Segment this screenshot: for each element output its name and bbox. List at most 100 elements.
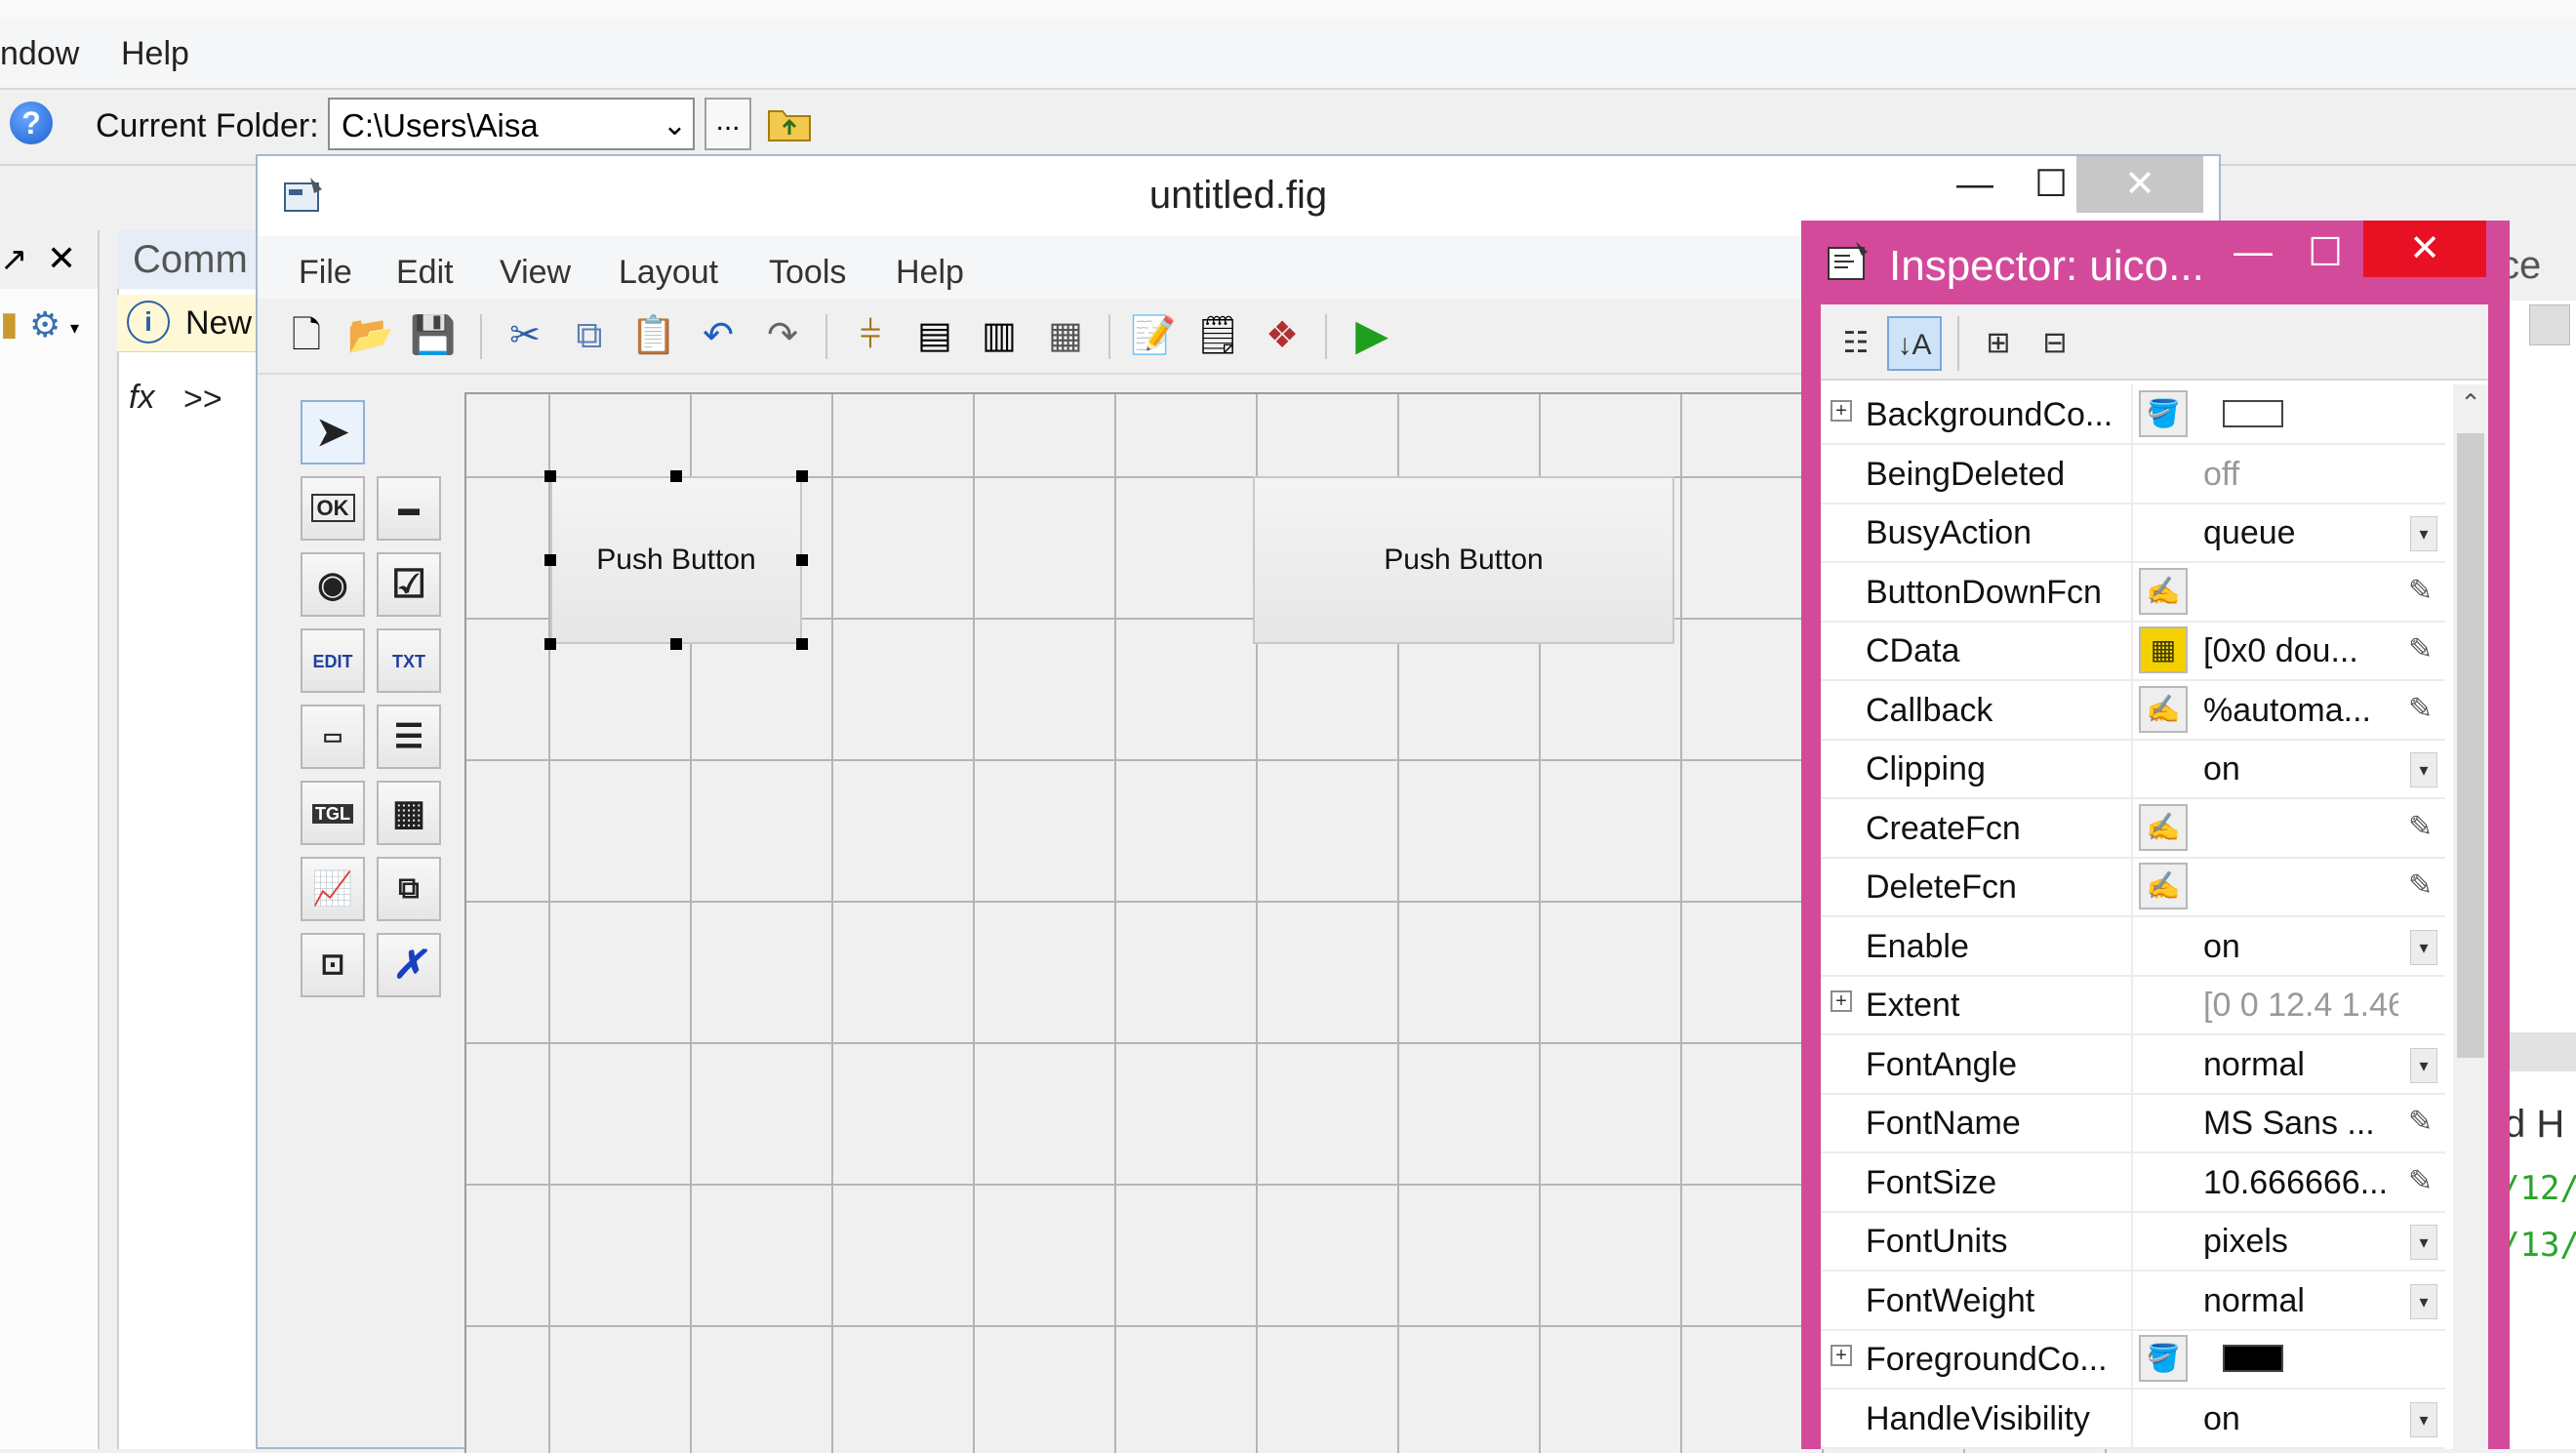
edit-pencil-icon[interactable]: ✎ [2408, 810, 2433, 844]
menu-help[interactable]: Help [896, 254, 964, 292]
property-row[interactable]: FontAngle normal ▾ [1821, 1033, 2445, 1095]
toolbar-editor-icon[interactable]: ▦ [1042, 312, 1089, 359]
callback-pen-icon[interactable]: ✍ [2139, 803, 2188, 851]
scroll-up-icon[interactable]: ⌃ [2457, 388, 2484, 427]
panel-tool[interactable]: ⧉ [377, 857, 441, 921]
color-swatch[interactable] [2223, 1345, 2283, 1372]
close-button[interactable]: ✕ [2076, 156, 2203, 213]
paint-bucket-icon[interactable]: 🪣 [2139, 390, 2188, 437]
resize-handle[interactable] [544, 470, 556, 482]
pushbutton-tool[interactable]: OK [301, 476, 365, 541]
property-value[interactable]: pixels [2203, 1223, 2398, 1261]
property-value[interactable]: %automa... [2203, 692, 2398, 730]
scrollbar[interactable] [2508, 1032, 2576, 1071]
help-icon[interactable]: ? [10, 101, 53, 144]
edit-pencil-icon[interactable]: ✎ [2408, 1164, 2433, 1198]
new-to-matlab-bar[interactable]: i New [117, 295, 263, 352]
menu-layout[interactable]: Layout [619, 254, 718, 292]
paint-bucket-icon[interactable]: 🪣 [2139, 1335, 2188, 1382]
listbox-tool[interactable]: ☰ [377, 705, 441, 769]
property-row[interactable]: DeleteFcn ✍ ✎ [1821, 857, 2445, 917]
paste-icon[interactable]: 📋 [630, 312, 677, 359]
command-prompt[interactable]: >> [183, 381, 222, 419]
property-value[interactable]: on [2203, 750, 2398, 788]
axes-tool[interactable]: 📈 [301, 857, 365, 921]
copy-icon[interactable]: ⧉ [566, 312, 613, 359]
callback-pen-icon[interactable]: ✍ [2139, 685, 2188, 733]
property-inspector-icon[interactable]: 🗒 [1194, 312, 1241, 359]
cut-icon[interactable]: ✂ [502, 312, 548, 359]
grid-icon[interactable]: ▦ [2139, 626, 2188, 673]
property-row[interactable]: FontSize 10.666666... ✎ [1821, 1151, 2445, 1213]
minimize-button[interactable]: — [1946, 156, 2004, 213]
chevron-down-icon[interactable]: ▾ [2410, 1225, 2437, 1260]
minimize-button[interactable]: — [2227, 230, 2279, 274]
align-icon[interactable]: ⫩ [847, 312, 894, 359]
property-row[interactable]: ButtonDownFcn ✍ ✎ [1821, 561, 2445, 623]
property-row[interactable]: + Extent [0 0 12.4 1.46... [1821, 975, 2445, 1035]
expand-all-icon[interactable]: ⊞ [1971, 316, 2026, 371]
expand-icon[interactable]: + [1831, 1345, 1852, 1366]
menu-tools[interactable]: Tools [769, 254, 846, 292]
chevron-down-icon[interactable]: ⌄ [663, 100, 687, 152]
property-value[interactable]: off [2203, 456, 2398, 494]
save-icon[interactable]: 💾 [410, 312, 457, 359]
property-value[interactable]: [0x0 dou... [2203, 632, 2398, 670]
resize-handle[interactable] [796, 470, 808, 482]
scrollbar[interactable]: ⌃ [2453, 384, 2488, 1449]
property-value[interactable]: [0 0 12.4 1.46... [2203, 987, 2398, 1025]
callback-pen-icon[interactable]: ✍ [2139, 567, 2188, 615]
up-folder-icon[interactable] [767, 103, 812, 142]
toggle-button-tool[interactable]: TGL [301, 781, 365, 845]
edit-text-tool[interactable]: EDIT [301, 628, 365, 693]
static-text-tool[interactable]: TXT [377, 628, 441, 693]
color-swatch[interactable] [2223, 400, 2283, 427]
property-row[interactable]: CreateFcn ✍ ✎ [1821, 797, 2445, 859]
resize-handle[interactable] [670, 470, 682, 482]
menu-view[interactable]: View [500, 254, 571, 292]
property-value[interactable]: normal [2203, 1282, 2398, 1320]
edit-pencil-icon[interactable]: ✎ [2408, 692, 2433, 726]
chevron-down-icon[interactable]: ▾ [2410, 1047, 2437, 1083]
resize-handle[interactable] [544, 554, 556, 566]
checkbox-tool[interactable]: ☑ [377, 552, 441, 617]
workspace-action-icon[interactable] [2529, 304, 2570, 345]
property-row[interactable]: FontWeight normal ▾ [1821, 1270, 2445, 1331]
close-button[interactable]: ✕ [2363, 221, 2486, 277]
property-value[interactable]: MS Sans ... [2203, 1105, 2398, 1143]
property-row[interactable]: HandleVisibility on ▾ [1821, 1388, 2445, 1449]
property-row[interactable]: Callback ✍ %automa... ✎ [1821, 679, 2445, 741]
edit-pencil-icon[interactable]: ✎ [2408, 574, 2433, 608]
property-row[interactable]: + ForegroundCo... 🪣 [1821, 1329, 2445, 1390]
chevron-down-icon[interactable]: ▾ [2410, 1283, 2437, 1319]
menu-window[interactable]: ndow [0, 35, 79, 73]
resize-handle[interactable] [796, 638, 808, 650]
property-row[interactable]: FontName MS Sans ... ✎ [1821, 1093, 2445, 1153]
fx-icon[interactable]: fx [129, 379, 154, 417]
property-value[interactable]: on [2203, 1400, 2398, 1438]
property-value[interactable]: 10.666666... [2203, 1164, 2398, 1202]
tab-order-icon[interactable]: ▥ [976, 312, 1023, 359]
property-row[interactable]: FontUnits pixels ▾ [1821, 1211, 2445, 1271]
close-icon[interactable]: ✕ [47, 238, 76, 279]
maximize-button[interactable]: ☐ [2022, 156, 2080, 213]
edit-pencil-icon[interactable]: ✎ [2408, 1105, 2433, 1139]
history-entry[interactable]: /12/ [2500, 1169, 2576, 1208]
menu-edit[interactable]: Edit [396, 254, 454, 292]
scrollbar-thumb[interactable] [2457, 433, 2484, 1058]
button-group-tool[interactable]: ⊡ [301, 933, 365, 997]
gear-icon[interactable]: ⚙ [29, 304, 60, 345]
browse-folder-button[interactable]: ... [704, 98, 751, 150]
open-folder-icon[interactable]: 📂 [347, 312, 394, 359]
command-window-tab[interactable]: Comm [117, 230, 263, 289]
property-row[interactable]: Enable on ▾ [1821, 915, 2445, 977]
menu-help[interactable]: Help [121, 35, 189, 73]
redo-icon[interactable]: ↷ [759, 312, 806, 359]
chevron-down-icon[interactable]: ▾ [2410, 752, 2437, 787]
property-value[interactable]: on [2203, 928, 2398, 966]
property-row[interactable]: BusyAction queue ▾ [1821, 503, 2445, 563]
undo-icon[interactable]: ↶ [695, 312, 742, 359]
push-button-selected[interactable]: Push Button [550, 476, 802, 644]
push-button[interactable]: Push Button [1253, 476, 1674, 644]
chevron-down-icon[interactable]: ▾ [2410, 516, 2437, 551]
